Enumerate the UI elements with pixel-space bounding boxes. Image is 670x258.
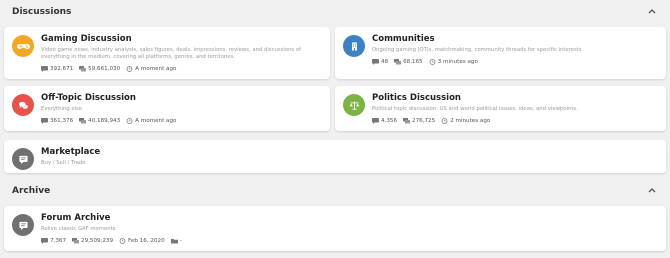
forum-description: Everything else [41, 106, 83, 112]
clock-icon [441, 118, 448, 124]
last-post-time: A moment ago [135, 118, 177, 124]
threads-value: 361,376 [50, 118, 74, 124]
message-icon [12, 148, 34, 170]
last-post[interactable]: 3 minutes ago [429, 58, 478, 66]
building-icon [343, 35, 365, 57]
clock-icon [429, 59, 436, 65]
last-post-time: Feb 16, 2020 [128, 238, 165, 244]
posts-count: 59,661,030 [79, 65, 120, 73]
threads-value: 392,671 [50, 66, 74, 72]
threads-count: 361,376 [41, 117, 73, 125]
threads-count: 392,671 [41, 65, 73, 73]
forum-stats: 392,671 59,661,030 A moment ago [41, 65, 322, 73]
threads-icon [372, 59, 379, 65]
posts-icon [72, 238, 80, 244]
collapse-chevron-up-icon[interactable] [646, 7, 658, 17]
last-post-time: 2 minutes ago [450, 118, 491, 124]
gamepad-icon [12, 35, 34, 57]
posts-value: 40,189,943 [88, 118, 121, 124]
threads-value: 4,356 [381, 118, 398, 124]
scales-icon [343, 94, 365, 116]
threads-count: 48 [372, 58, 388, 66]
forum-description: Buy / Sell / Trade [41, 160, 86, 166]
last-thread-value: - [179, 238, 182, 244]
forum-stats: 361,376 40,189,943 A moment ago [41, 117, 182, 125]
last-post-time: A moment ago [135, 66, 177, 72]
forum-card-archive[interactable]: Forum Archive Relive classic GAF moments… [4, 206, 666, 251]
forum-stats: 4,356 276,725 2 minutes ago [372, 117, 578, 125]
posts-icon [403, 118, 411, 124]
posts-icon [394, 59, 402, 65]
forum-stats: 7,367 29,509,239 Feb 16, 2020 - [41, 237, 188, 245]
clock-icon [119, 238, 126, 244]
forum-title[interactable]: Forum Archive [41, 213, 188, 224]
threads-icon [41, 238, 48, 244]
section-header-archive: Archive [12, 182, 658, 200]
forum-card-offtopic[interactable]: Off-Topic Discussion Everything else 361… [4, 86, 330, 131]
collapse-chevron-up-icon[interactable] [646, 186, 658, 196]
forum-title[interactable]: Communities [372, 34, 582, 45]
forum-title[interactable]: Off-Topic Discussion [41, 93, 182, 104]
forum-description: Political topic discussion. US and world… [372, 106, 578, 112]
posts-value: 276,725 [412, 118, 436, 124]
posts-icon [79, 118, 87, 124]
forum-title[interactable]: Gaming Discussion [41, 34, 322, 45]
clock-icon [126, 118, 133, 124]
threads-icon [41, 118, 48, 124]
forum-stats: 48 68,165 3 minutes ago [372, 58, 582, 66]
clock-icon [126, 66, 133, 72]
forum-card-politics[interactable]: Politics Discussion Political topic disc… [335, 86, 666, 131]
posts-count: 40,189,943 [79, 117, 120, 125]
forum-title[interactable]: Politics Discussion [372, 93, 578, 104]
last-post[interactable]: 2 minutes ago [441, 117, 490, 125]
forum-card-gaming[interactable]: Gaming Discussion Video game news, indus… [4, 27, 330, 79]
section-title: Discussions [12, 7, 72, 17]
last-post[interactable]: A moment ago [126, 65, 176, 73]
threads-count: 7,367 [41, 237, 66, 245]
last-post[interactable]: A moment ago [126, 117, 176, 125]
forum-description: Relive classic GAF moments [41, 226, 116, 232]
posts-count: 276,725 [403, 117, 435, 125]
forum-card-communities[interactable]: Communities Ongoing gaming |OT|s, matchm… [335, 27, 666, 79]
posts-value: 29,509,239 [81, 238, 114, 244]
last-thread[interactable]: - [170, 237, 182, 245]
last-post[interactable]: Feb 16, 2020 [119, 237, 165, 245]
forum-title[interactable]: Marketplace [41, 147, 100, 158]
last-post-time: 3 minutes ago [437, 59, 478, 65]
threads-value: 48 [381, 59, 389, 65]
threads-icon [41, 66, 48, 72]
forum-description: Ongoing gaming |OT|s, matchmaking, commu… [372, 47, 582, 53]
posts-value: 68,165 [403, 59, 423, 65]
threads-value: 7,367 [50, 238, 67, 244]
threads-icon [372, 118, 379, 124]
section-title: Archive [12, 186, 51, 196]
folder-icon [170, 239, 178, 244]
posts-value: 59,661,030 [88, 66, 121, 72]
forum-card-marketplace[interactable]: Marketplace Buy / Sell / Trade [4, 140, 666, 173]
posts-count: 68,165 [394, 58, 423, 66]
forum-description: Video game news, industry analysis, sale… [41, 47, 301, 60]
message-icon [12, 214, 34, 236]
posts-count: 29,509,239 [72, 237, 113, 245]
chat-bubbles-icon [12, 94, 34, 116]
threads-count: 4,356 [372, 117, 397, 125]
posts-icon [79, 66, 87, 72]
section-header-discussions: Discussions [12, 3, 658, 21]
